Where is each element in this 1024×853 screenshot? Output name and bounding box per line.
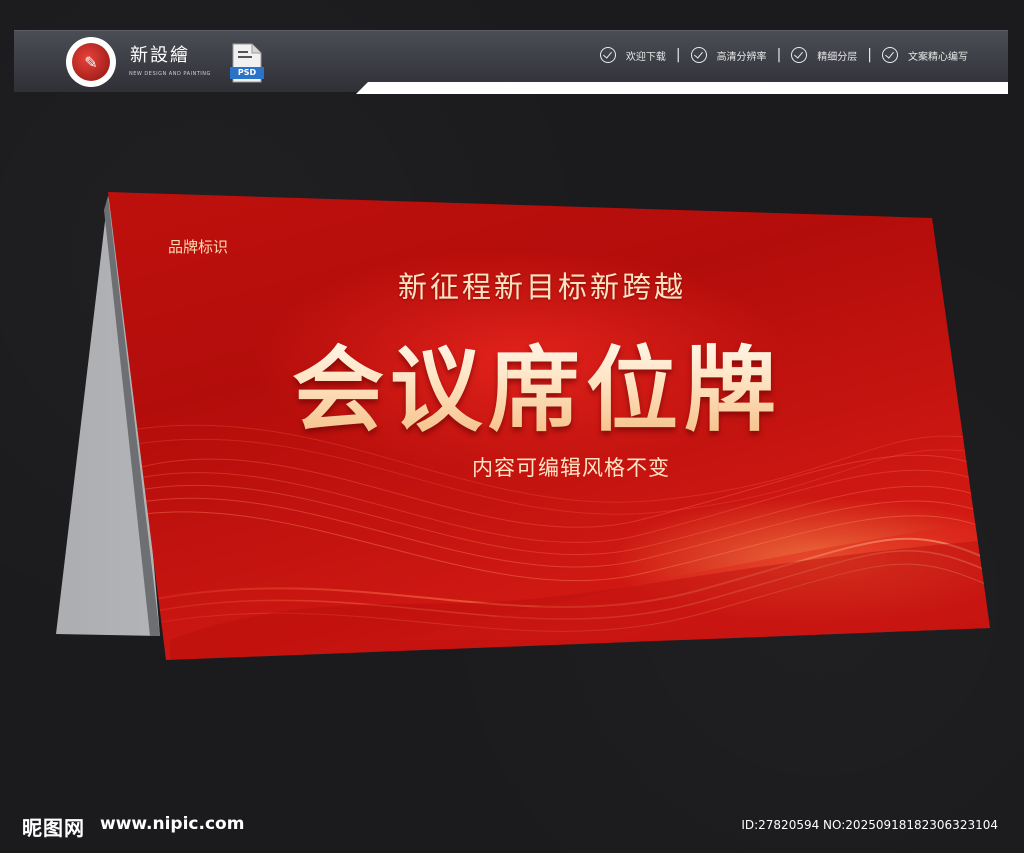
site-logo: 昵图网 [22, 816, 85, 840]
brand-mark-placeholder: 品牌标识 [168, 238, 229, 256]
image-id-text: ID:27820594 NO:20250918182306323104 [741, 818, 998, 832]
card-main-title: 会议席位牌 [292, 316, 782, 449]
card-subtitle: 内容可编辑风格不变 [472, 456, 670, 480]
site-url: www.nipic.com [100, 814, 245, 834]
table-card-mockup: 品牌标识 新征程新目标新跨越 会议席位牌 内容可编辑风格不变 [0, 0, 1024, 853]
card-slogan: 新征程新目标新跨越 [398, 270, 687, 304]
